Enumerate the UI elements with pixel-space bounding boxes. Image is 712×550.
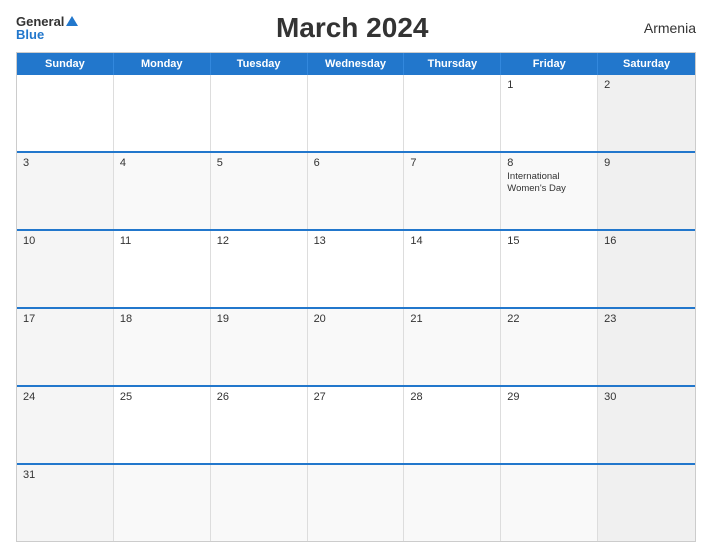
- header: General Blue March 2024 Armenia: [16, 12, 696, 44]
- day-cell-5-7: 30: [598, 387, 695, 463]
- day-number: 10: [23, 235, 107, 247]
- day-cell-2-6: 8 International Women's Day: [501, 153, 598, 229]
- day-cell-3-2: 11: [114, 231, 211, 307]
- day-cell-6-1: 31: [17, 465, 114, 541]
- day-number: 24: [23, 391, 107, 403]
- day-number: 23: [604, 313, 689, 325]
- day-cell-4-3: 19: [211, 309, 308, 385]
- day-cell-2-2: 4: [114, 153, 211, 229]
- day-number: 17: [23, 313, 107, 325]
- day-cell-1-6: 1: [501, 75, 598, 151]
- day-number: 26: [217, 391, 301, 403]
- day-number: 4: [120, 157, 204, 169]
- day-cell-6-4: [308, 465, 405, 541]
- day-number: 18: [120, 313, 204, 325]
- day-number: 27: [314, 391, 398, 403]
- day-cell-2-1: 3: [17, 153, 114, 229]
- day-cell-6-5: [404, 465, 501, 541]
- day-cell-2-5: 7: [404, 153, 501, 229]
- day-cell-3-1: 10: [17, 231, 114, 307]
- day-cell-5-1: 24: [17, 387, 114, 463]
- week-row-6: 31: [17, 463, 695, 541]
- header-sunday: Sunday: [17, 53, 114, 75]
- day-number: 31: [23, 469, 107, 481]
- week-row-2: 3 4 5 67 8 International Women's Day 9: [17, 151, 695, 229]
- calendar-grid: Sunday Monday Tuesday Wednesday Thursday…: [16, 52, 696, 542]
- week-row-3: 10 11 12 13 14 15 16: [17, 229, 695, 307]
- header-monday: Monday: [114, 53, 211, 75]
- day-number: 12: [217, 235, 301, 247]
- day-cell-4-1: 17: [17, 309, 114, 385]
- day-cell-5-6: 29: [501, 387, 598, 463]
- header-tuesday: Tuesday: [211, 53, 308, 75]
- day-cell-4-7: 23: [598, 309, 695, 385]
- day-number: 29: [507, 391, 591, 403]
- day-cell-4-5: 21: [404, 309, 501, 385]
- day-cell-6-3: [211, 465, 308, 541]
- day-number: 20: [314, 313, 398, 325]
- day-cell-4-4: 20: [308, 309, 405, 385]
- logo-blue: Blue: [16, 28, 44, 41]
- day-cell-5-3: 26: [211, 387, 308, 463]
- day-number: 13: [314, 235, 398, 247]
- calendar-page: General Blue March 2024 Armenia Sunday M…: [0, 0, 712, 550]
- header-friday: Friday: [501, 53, 598, 75]
- day-number: 9: [604, 157, 689, 169]
- day-cell-3-4: 13: [308, 231, 405, 307]
- day-number: 1: [507, 79, 591, 91]
- day-cell-5-4: 27: [308, 387, 405, 463]
- day-cell-2-4: 6: [308, 153, 405, 229]
- header-wednesday: Wednesday: [308, 53, 405, 75]
- week-row-1: 12: [17, 75, 695, 151]
- day-cell-4-2: 18: [114, 309, 211, 385]
- day-cell-6-6: [501, 465, 598, 541]
- day-number: 2: [604, 79, 689, 91]
- day-number: 14: [410, 235, 494, 247]
- day-cell-5-5: 28: [404, 387, 501, 463]
- day-number: 25: [120, 391, 204, 403]
- day-cell-6-7: [598, 465, 695, 541]
- day-cell-3-7: 16: [598, 231, 695, 307]
- day-number: 16: [604, 235, 689, 247]
- day-number: 11: [120, 235, 204, 247]
- day-number: 28: [410, 391, 494, 403]
- day-cell-6-2: [114, 465, 211, 541]
- day-cell-1-4: [308, 75, 405, 151]
- country-label: Armenia: [626, 20, 696, 36]
- day-cell-4-6: 22: [501, 309, 598, 385]
- day-number: 7: [410, 157, 494, 169]
- day-cell-1-1: [17, 75, 114, 151]
- header-thursday: Thursday: [404, 53, 501, 75]
- day-cell-1-3: [211, 75, 308, 151]
- day-cell-2-3: 5: [211, 153, 308, 229]
- day-number: 3: [23, 157, 107, 169]
- weeks-container: 12345678International Women's Day9101112…: [17, 75, 695, 541]
- day-cell-3-5: 14: [404, 231, 501, 307]
- day-number: 6: [314, 157, 398, 169]
- header-saturday: Saturday: [598, 53, 695, 75]
- day-cell-1-5: [404, 75, 501, 151]
- day-number: 15: [507, 235, 591, 247]
- days-header: Sunday Monday Tuesday Wednesday Thursday…: [17, 53, 695, 75]
- day-number: 22: [507, 313, 591, 325]
- week-row-4: 17 18 19 20 21 22 23: [17, 307, 695, 385]
- day-number: 30: [604, 391, 689, 403]
- day-cell-1-7: 2: [598, 75, 695, 151]
- logo: General Blue: [16, 15, 78, 41]
- day-number: 5: [217, 157, 301, 169]
- day-cell-5-2: 25: [114, 387, 211, 463]
- day-cell-1-2: [114, 75, 211, 151]
- day-cell-3-3: 12: [211, 231, 308, 307]
- day-cell-2-7: 9: [598, 153, 695, 229]
- day-number: 21: [410, 313, 494, 325]
- day-cell-3-6: 15: [501, 231, 598, 307]
- week-row-5: 24 25 26 27 28 29 30: [17, 385, 695, 463]
- day-number: 8: [507, 157, 591, 169]
- calendar-title: March 2024: [78, 12, 626, 44]
- logo-triangle-icon: [66, 16, 78, 26]
- day-number: 19: [217, 313, 301, 325]
- day-event: International Women's Day: [507, 171, 591, 196]
